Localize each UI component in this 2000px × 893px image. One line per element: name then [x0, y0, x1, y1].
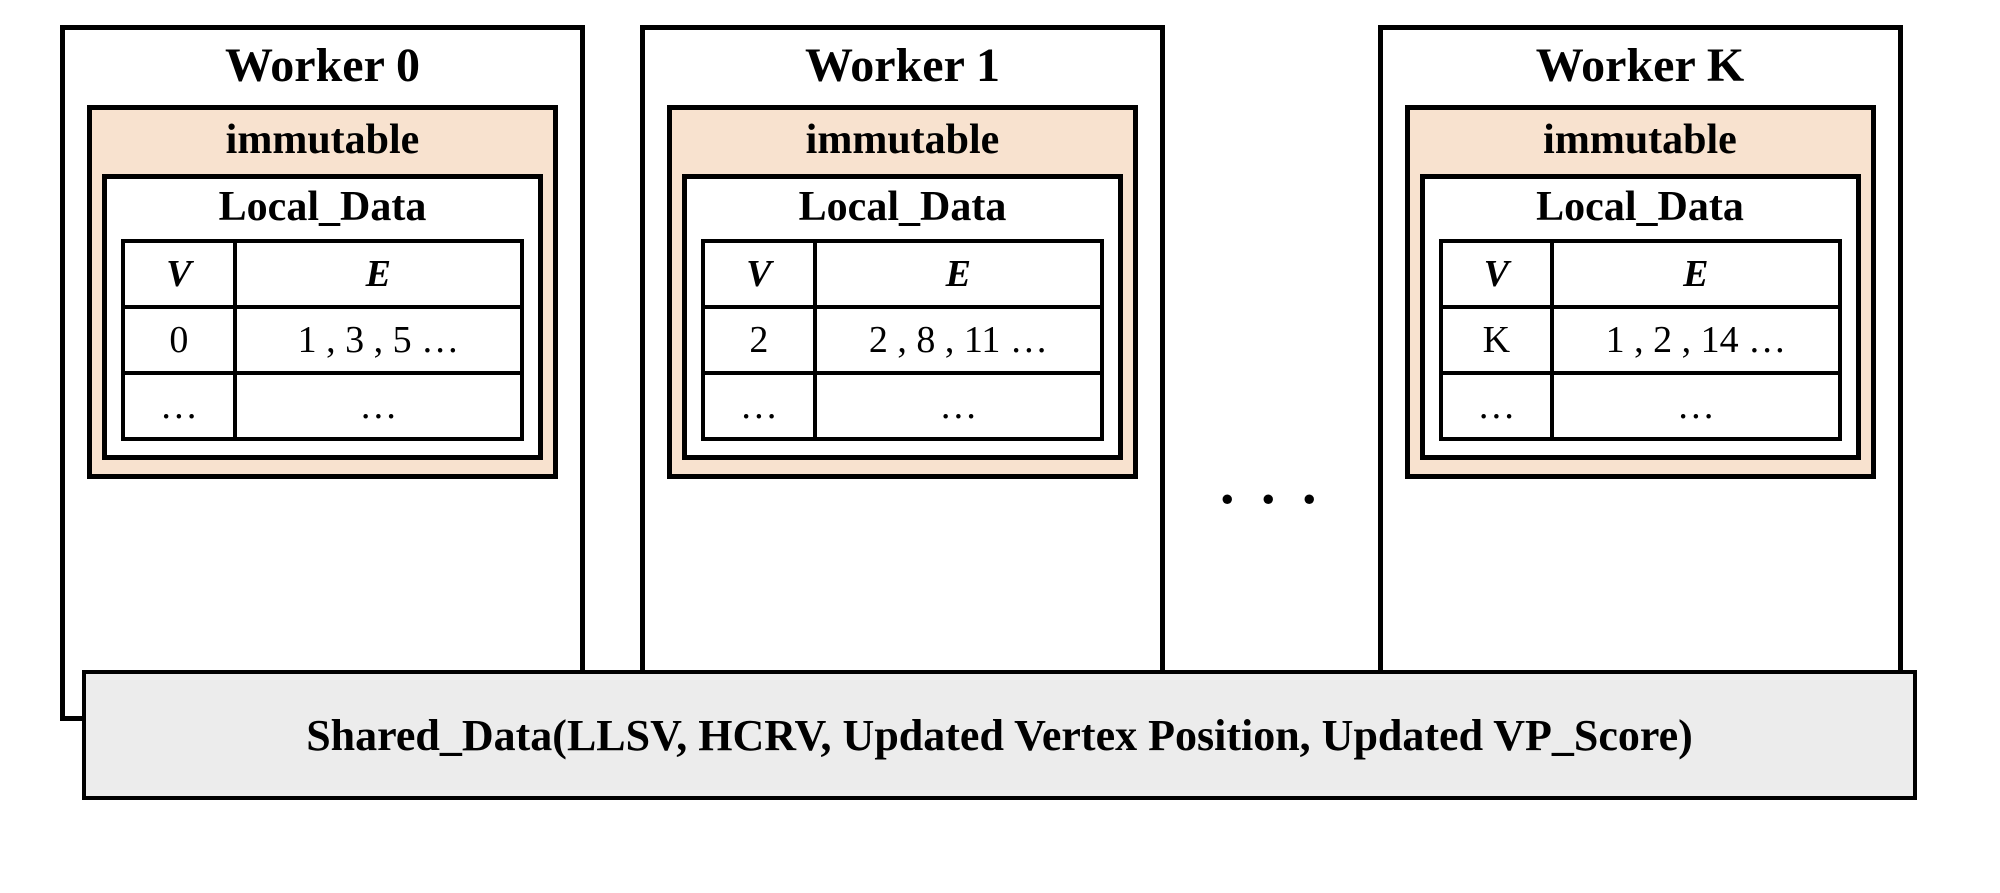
- spacer: [667, 479, 1138, 694]
- worker-k-localdata-label: Local_Data: [1439, 179, 1842, 239]
- shared-data-label: Shared_Data(LLSV, HCRV, Updated Vertex P…: [306, 710, 1693, 761]
- table-header-v: V: [703, 241, 815, 307]
- spacer: [87, 479, 558, 694]
- worker-k-title: Worker K: [1405, 30, 1876, 105]
- worker-k-localdata: Local_Data V E K 1 , 2 , 14 … … …: [1420, 174, 1861, 460]
- cell-e: …: [1552, 373, 1839, 439]
- table-header-e: E: [815, 241, 1102, 307]
- cell-v: …: [1441, 373, 1553, 439]
- shared-data-box: Shared_Data(LLSV, HCRV, Updated Vertex P…: [82, 670, 1917, 800]
- worker-k-table: V E K 1 , 2 , 14 … … …: [1439, 239, 1842, 441]
- worker-1-localdata: Local_Data V E 2 2 , 8 , 11 … … …: [682, 174, 1123, 460]
- cell-e: …: [815, 373, 1102, 439]
- table-row: … …: [1441, 373, 1840, 439]
- cell-v: 0: [123, 307, 235, 373]
- worker-0-immutable: immutable Local_Data V E 0 1 , 3 , 5 …: [87, 105, 558, 479]
- worker-0-localdata-label: Local_Data: [121, 179, 524, 239]
- worker-0-box: Worker 0 immutable Local_Data V E 0 1 , …: [60, 25, 585, 721]
- table-header-e: E: [235, 241, 522, 307]
- ellipsis: . . .: [1220, 230, 1323, 517]
- table-header-v: V: [1441, 241, 1553, 307]
- cell-v: K: [1441, 307, 1553, 373]
- spacer: [1405, 479, 1876, 694]
- table-header-e: E: [1552, 241, 1839, 307]
- worker-1-title: Worker 1: [667, 30, 1138, 105]
- cell-e: 1 , 3 , 5 …: [235, 307, 522, 373]
- worker-1-localdata-label: Local_Data: [701, 179, 1104, 239]
- worker-row: Worker 0 immutable Local_Data V E 0 1 , …: [60, 25, 1940, 721]
- table-row: 0 1 , 3 , 5 …: [123, 307, 522, 373]
- worker-k-immutable: immutable Local_Data V E K 1 , 2 , 14 …: [1405, 105, 1876, 479]
- worker-0-table: V E 0 1 , 3 , 5 … … …: [121, 239, 524, 441]
- worker-k-box: Worker K immutable Local_Data V E K 1 , …: [1378, 25, 1903, 721]
- table-row: 2 2 , 8 , 11 …: [703, 307, 1102, 373]
- worker-1-box: Worker 1 immutable Local_Data V E 2 2 , …: [640, 25, 1165, 721]
- cell-e: …: [235, 373, 522, 439]
- table-row: K 1 , 2 , 14 …: [1441, 307, 1840, 373]
- worker-1-immutable: immutable Local_Data V E 2 2 , 8 , 11 …: [667, 105, 1138, 479]
- table-row: … …: [123, 373, 522, 439]
- worker-k-immutable-label: immutable: [1420, 110, 1861, 174]
- diagram-canvas: Worker 0 immutable Local_Data V E 0 1 , …: [60, 25, 1940, 865]
- worker-1-table: V E 2 2 , 8 , 11 … … …: [701, 239, 1104, 441]
- cell-v: …: [703, 373, 815, 439]
- cell-e: 1 , 2 , 14 …: [1552, 307, 1839, 373]
- cell-v: 2: [703, 307, 815, 373]
- worker-0-localdata: Local_Data V E 0 1 , 3 , 5 … … …: [102, 174, 543, 460]
- table-header-v: V: [123, 241, 235, 307]
- table-row: … …: [703, 373, 1102, 439]
- cell-v: …: [123, 373, 235, 439]
- worker-1-immutable-label: immutable: [682, 110, 1123, 174]
- worker-0-immutable-label: immutable: [102, 110, 543, 174]
- cell-e: 2 , 8 , 11 …: [815, 307, 1102, 373]
- worker-0-title: Worker 0: [87, 30, 558, 105]
